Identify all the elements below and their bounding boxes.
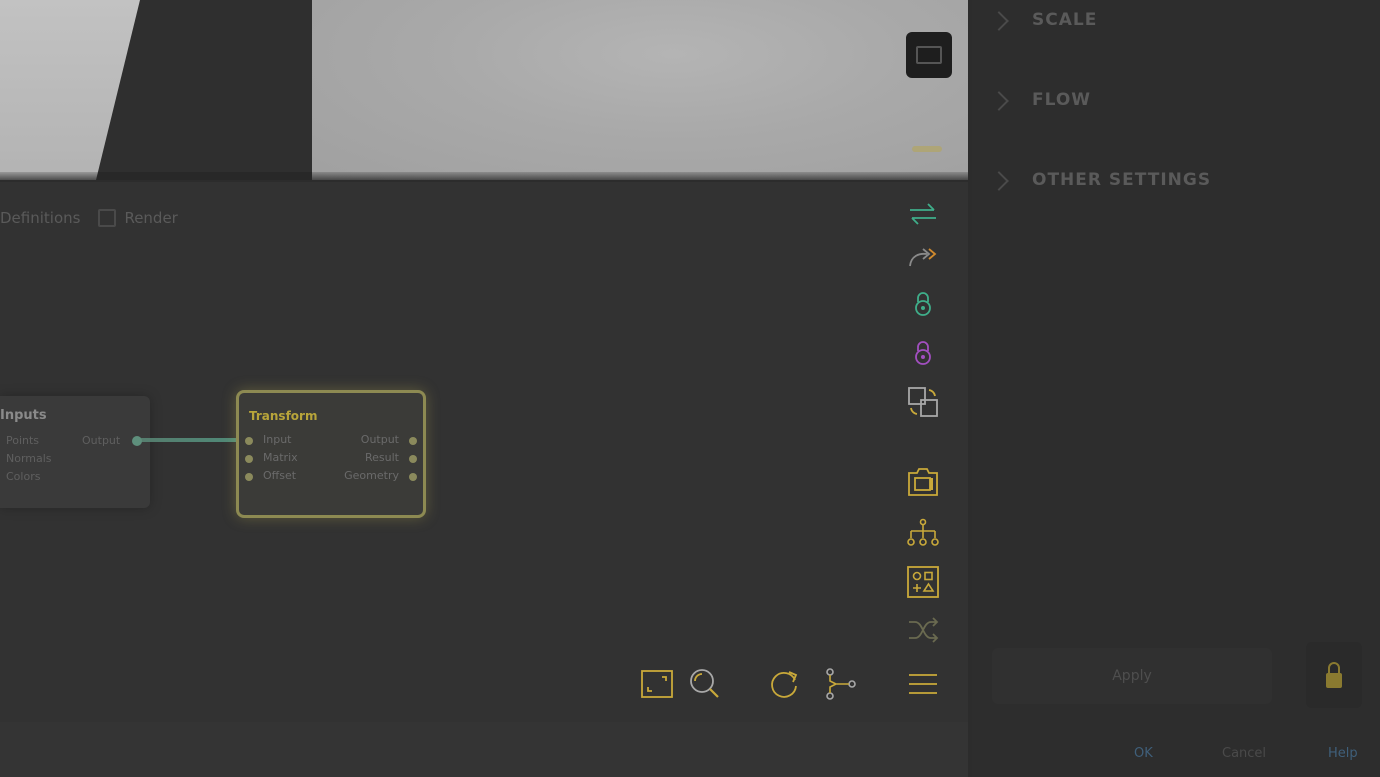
node-title: Transform [249, 409, 318, 423]
output-socket[interactable] [409, 455, 417, 463]
node-editor[interactable]: Definitions Render Inputs Points Normals… [0, 182, 968, 722]
footer-ok[interactable]: OK [1134, 746, 1153, 761]
status-bar [0, 722, 968, 777]
shapes-button[interactable] [903, 562, 943, 602]
snapshot-button[interactable] [903, 462, 943, 502]
section-label: FLOW [1032, 90, 1092, 110]
hierarchy-icon [907, 518, 939, 546]
duplicate-icon [908, 387, 938, 417]
apply-label: Apply [1112, 668, 1152, 684]
duplicate-button[interactable] [903, 382, 943, 422]
chevron-right-icon [989, 91, 1009, 111]
tab-render[interactable]: Render [98, 206, 178, 230]
section-label: OTHER SETTINGS [1032, 170, 1212, 190]
section-scale[interactable]: SCALE [972, 0, 1380, 80]
axis-indicator [912, 146, 942, 152]
fit-view-icon [641, 670, 673, 698]
node-input-label: Offset [263, 469, 297, 482]
node-output-label: Output [82, 434, 121, 447]
properties-panel: SCALE FLOW OTHER SETTINGS Apply OK Cance… [972, 0, 1380, 777]
menu-button[interactable] [903, 664, 943, 704]
node-port: Colors [6, 470, 41, 483]
node-output-label: Geometry [344, 469, 399, 482]
fit-view-button[interactable] [637, 664, 677, 704]
node-output-label: Result [365, 451, 399, 464]
lock-green-button[interactable] [903, 284, 943, 324]
shuffle-icon [909, 617, 939, 643]
view-cube-icon [916, 46, 942, 64]
hierarchy-button[interactable] [903, 513, 943, 553]
zoom-icon [690, 669, 719, 698]
input-socket[interactable] [245, 473, 253, 481]
refresh-icon [771, 671, 798, 698]
snapshot-icon [908, 468, 938, 496]
input-socket[interactable] [245, 455, 253, 463]
chevron-right-icon [989, 11, 1009, 31]
footer-cancel[interactable]: Cancel [1222, 746, 1266, 761]
shapes-icon [907, 566, 939, 598]
menu-icon [909, 674, 937, 694]
viewport-right-plane [312, 0, 968, 180]
editor-tabs: Definitions Render [0, 206, 178, 230]
node-port: Normals [6, 452, 52, 465]
section-other-settings[interactable]: OTHER SETTINGS [972, 160, 1380, 240]
zoom-button[interactable] [685, 664, 725, 704]
section-flow[interactable]: FLOW [972, 80, 1380, 160]
graph-icon [826, 668, 856, 700]
connection-wire [140, 438, 238, 442]
lock-purple-button[interactable] [903, 333, 943, 373]
forward-icon [909, 248, 937, 267]
output-socket[interactable] [409, 473, 417, 481]
panel-footer: OK Cancel Help [972, 740, 1380, 770]
tab-label: Definitions [0, 209, 81, 227]
node-transform-selected[interactable]: Transform Input Matrix Offset Output Res… [236, 390, 426, 518]
checkbox-icon [98, 209, 117, 227]
input-socket[interactable] [245, 437, 253, 445]
view-cube-button[interactable] [906, 32, 952, 78]
refresh-button[interactable] [764, 664, 804, 704]
viewport-bottom-shade [0, 172, 968, 180]
node-title: Inputs [0, 408, 47, 423]
shuffle-button[interactable] [903, 610, 943, 650]
node-input-label: Input [263, 433, 292, 446]
swap-button[interactable] [903, 194, 943, 234]
lock-green-icon [915, 292, 931, 316]
section-label: SCALE [1032, 10, 1098, 30]
apply-button[interactable]: Apply [992, 648, 1272, 704]
forward-button[interactable] [903, 239, 943, 279]
tab-definitions[interactable]: Definitions [0, 206, 80, 230]
node-input-label: Matrix [263, 451, 298, 464]
3d-viewport[interactable] [0, 0, 968, 180]
swap-icon [910, 203, 936, 225]
tab-label: Render [124, 209, 178, 227]
chevron-right-icon [989, 171, 1009, 191]
node-port: Points [6, 434, 40, 447]
lock-button[interactable] [1306, 642, 1362, 708]
node-output-label: Output [360, 433, 399, 446]
lock-purple-icon [915, 341, 931, 365]
node-inputs[interactable]: Inputs Points Normals Colors Output [0, 396, 150, 508]
output-socket[interactable] [409, 437, 417, 445]
footer-help[interactable]: Help [1328, 746, 1358, 761]
lock-icon [1326, 662, 1342, 688]
graph-button[interactable] [819, 664, 859, 704]
